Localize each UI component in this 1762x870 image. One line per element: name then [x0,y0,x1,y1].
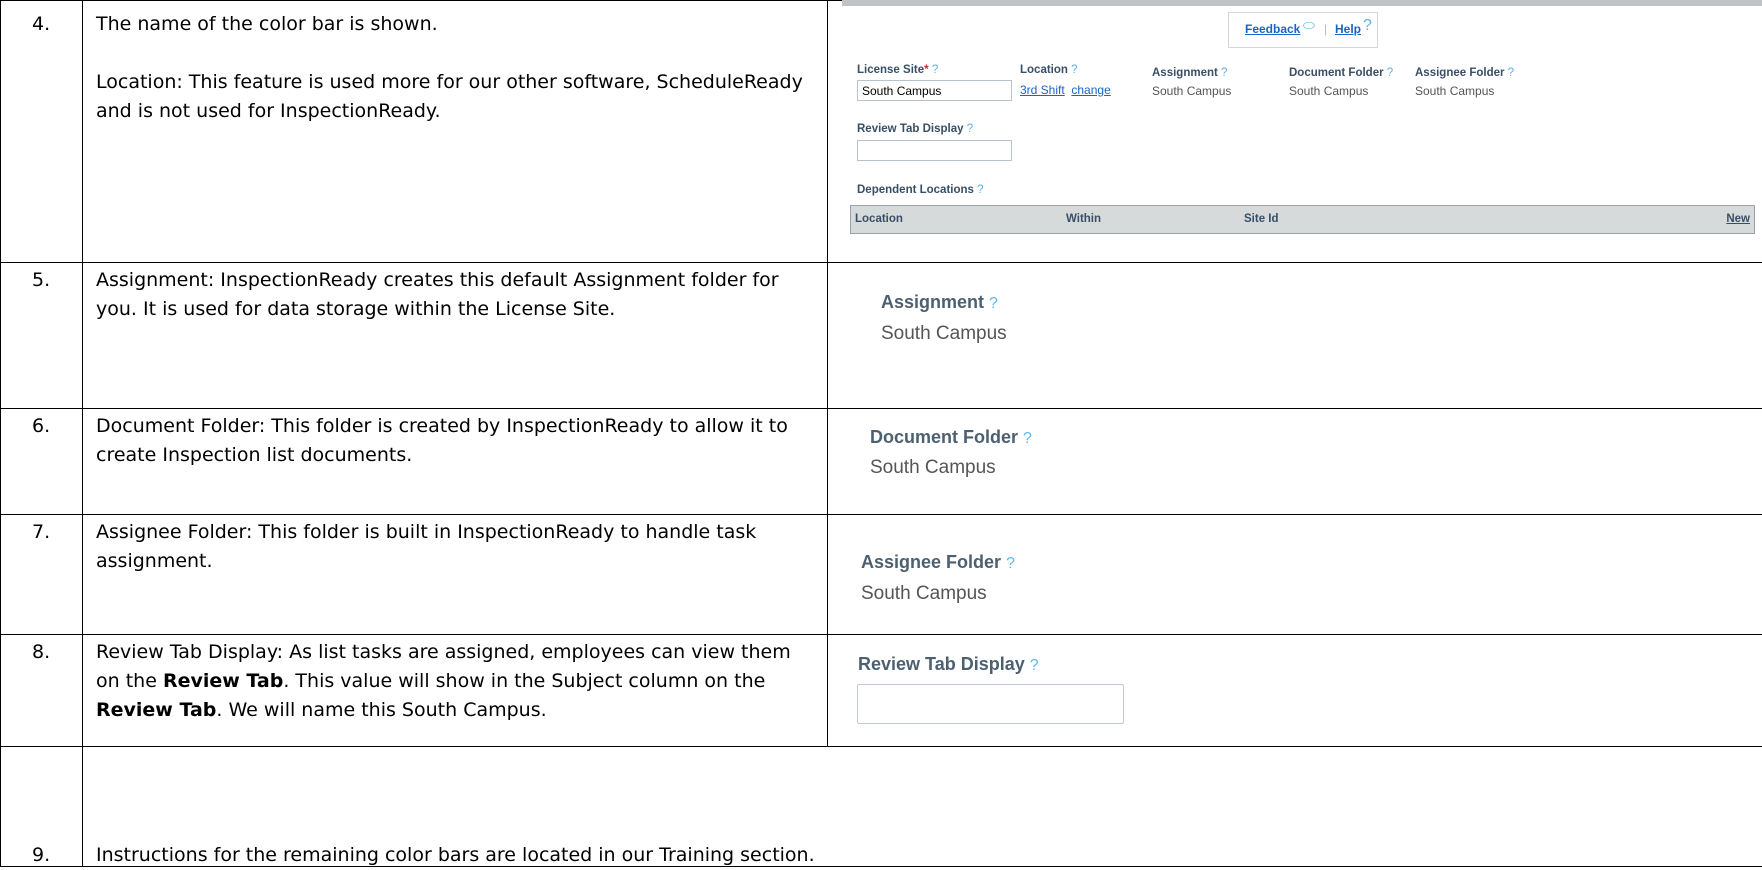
assignee-folder-value: South Campus [1415,84,1495,98]
help-icon[interactable]: ? [1071,64,1077,76]
row-description: Document Folder: This folder is created … [96,415,788,466]
label-text: Review Tab Display [857,123,964,135]
help-icon[interactable]: ? [1508,67,1514,79]
license-site-label: License Site* ? [857,64,938,76]
review-tab-display-closeup-label: Review Tab Display ? [858,654,1039,675]
speech-bubble-icon: ⬭ [1303,18,1315,34]
row-divider [0,746,1762,747]
label-text: Assignee Folder [1415,67,1505,79]
row-divider [0,634,1762,635]
review-tab-display-label: Review Tab Display ? [857,123,973,135]
feedback-link[interactable]: Feedback [1245,22,1300,36]
license-site-input[interactable]: South Campus [857,80,1012,101]
help-icon[interactable]: ? [1023,430,1032,447]
review-tab-emphasis: Review Tab [96,699,217,721]
label-text: Review Tab Display [858,654,1025,674]
color-bar [842,0,1762,6]
assignee-folder-closeup-value: South Campus [861,583,987,604]
row-number: 5. [32,269,51,291]
label-text: Dependent Locations [857,184,974,196]
help-icon[interactable]: ? [977,184,983,196]
help-icon[interactable]: ? [989,295,998,312]
document-folder-value: South Campus [1289,84,1369,98]
assignee-folder-label: Assignee Folder ? [1415,67,1514,79]
help-icon[interactable]: ? [1221,67,1227,79]
label-text: Document Folder [1289,67,1384,79]
row-description: Instructions for the remaining color bar… [96,844,815,866]
description-line [96,39,816,68]
row-description: Assignee Folder: This folder is built in… [96,521,757,572]
description-line: The name of the color bar is shown. [96,13,438,35]
row-description: Review Tab Display: As list tasks are as… [96,638,816,725]
label-text: License Site [857,64,925,76]
row-number: 8. [32,641,51,663]
text-segment: . We will name this South Campus. [216,699,547,721]
column-divider [0,0,1,867]
grid-col-site-id[interactable]: Site Id [1244,213,1279,225]
column-divider [82,0,83,867]
assignment-label: Assignment ? [1152,67,1227,79]
label-text: Assignment [881,292,985,312]
text-segment: . This value will show in the Subject co… [283,670,766,692]
label-text: Assignee Folder [861,552,1002,572]
location-change-link[interactable]: change [1071,83,1110,97]
grid-col-within[interactable]: Within [1066,213,1101,225]
help-icon[interactable]: ? [1387,67,1393,79]
grid-new-link[interactable]: New [1726,213,1750,225]
row-number: 4. [32,13,51,35]
row-description: Assignment: InspectionReady creates this… [96,269,779,320]
row-description: The name of the color bar is shown. Loca… [96,10,816,126]
assignment-closeup-value: South Campus [881,323,1007,344]
help-icon[interactable]: ? [1006,555,1015,572]
label-text: Location [1020,64,1068,76]
row-number: 9. [32,844,51,866]
required-marker: * [924,64,929,76]
document-folder-closeup-label: Document Folder ? [870,427,1032,448]
help-link[interactable]: Help [1335,22,1361,36]
separator: | [1324,22,1328,36]
location-link[interactable]: 3rd Shift [1020,83,1065,97]
location-value: 3rd Shift change [1020,83,1111,97]
column-divider [827,0,828,746]
review-tab-display-closeup-input[interactable] [857,684,1124,724]
row-number: 6. [32,415,51,437]
row-number: 7. [32,521,51,543]
screenshot-panel: Feedback ⬭ | Help ? License Site* ? Sout… [842,0,1762,260]
feedback-help-box: Feedback ⬭ | Help ? [1228,12,1378,48]
help-icon[interactable]: ? [967,123,973,135]
label-text: Document Folder [870,427,1019,447]
document-folder-closeup-value: South Campus [870,457,996,478]
help-icon[interactable]: ? [932,64,938,76]
dependent-locations-label: Dependent Locations ? [857,184,984,196]
row-divider [0,408,1762,409]
row-divider [0,262,1762,263]
description-line: Location: This feature is used more for … [96,71,803,122]
assignment-value: South Campus [1152,84,1232,98]
instructions-table: 4. The name of the color bar is shown. L… [0,0,1762,867]
help-icon[interactable]: ? [1363,17,1372,35]
review-tab-emphasis: Review Tab [162,670,284,692]
document-folder-label: Document Folder ? [1289,67,1393,79]
row-divider [0,514,1762,515]
assignee-folder-closeup-label: Assignee Folder ? [861,552,1015,573]
assignment-closeup-label: Assignment ? [881,292,998,313]
review-tab-display-input[interactable] [857,140,1012,161]
help-icon[interactable]: ? [1030,657,1039,674]
dependent-locations-grid-header: Location Within Site Id New [850,205,1755,234]
grid-col-location[interactable]: Location [855,213,903,225]
location-label: Location ? [1020,64,1078,76]
label-text: Assignment [1152,67,1218,79]
